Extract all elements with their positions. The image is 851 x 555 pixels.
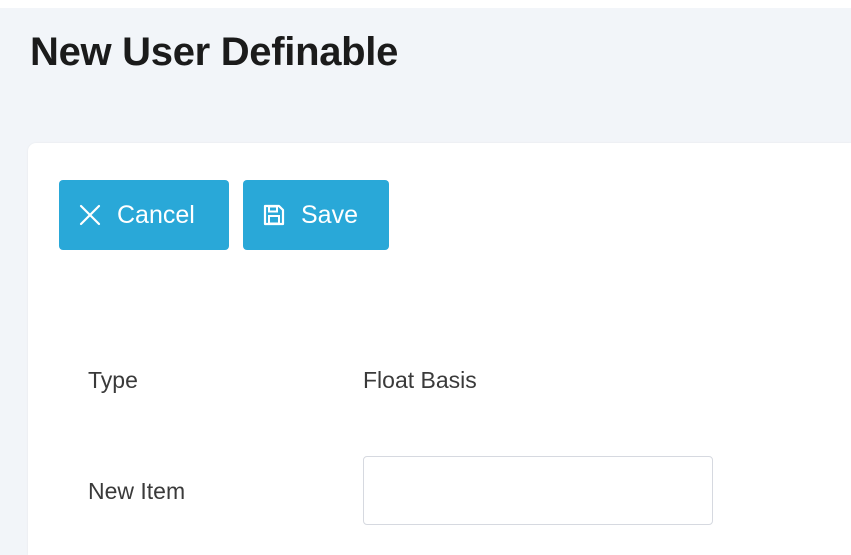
page-title: New User Definable — [30, 30, 399, 74]
type-label: Type — [88, 367, 138, 393]
save-icon — [261, 202, 287, 228]
save-button[interactable]: Save — [243, 180, 389, 250]
page: New User Definable Cancel Save Type Floa… — [0, 0, 851, 555]
form-card: Cancel Save Type Float Basis New Item — [28, 143, 851, 555]
cancel-button-label: Cancel — [117, 200, 195, 229]
new-item-label: New Item — [88, 478, 186, 504]
close-icon — [77, 202, 103, 228]
type-value: Float Basis — [363, 367, 477, 393]
new-item-input[interactable] — [363, 456, 713, 525]
cancel-button[interactable]: Cancel — [59, 180, 229, 250]
save-button-label: Save — [301, 200, 358, 229]
